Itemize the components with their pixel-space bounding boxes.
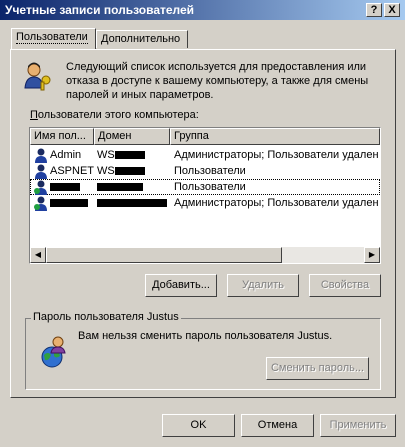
- redaction-mark: [97, 199, 167, 208]
- tab-users[interactable]: Пользователи: [11, 28, 96, 49]
- users-list[interactable]: Имя пол... Домен Группа Admin WS Админис…: [29, 127, 381, 264]
- table-row[interactable]: Admin WS Администраторы; Пользователи уд…: [30, 147, 380, 163]
- user-domain: [97, 195, 170, 211]
- list-header: Имя пол... Домен Группа: [30, 128, 380, 145]
- table-row[interactable]: Пользователи: [30, 179, 380, 195]
- table-row[interactable]: Администраторы; Пользователи удален: [30, 195, 380, 211]
- column-domain[interactable]: Домен: [94, 128, 170, 145]
- user-name: [50, 195, 94, 211]
- user-domain: WS: [97, 165, 115, 177]
- column-group[interactable]: Группа: [170, 128, 380, 145]
- close-button[interactable]: X: [384, 3, 400, 17]
- description-text: Следующий список используется для предос…: [66, 61, 369, 101]
- help-button[interactable]: ?: [366, 3, 382, 17]
- users-list-label: Пользователи этого компьютера:: [30, 109, 199, 121]
- user-domain: [97, 179, 170, 195]
- add-button[interactable]: Добавить...: [145, 274, 217, 297]
- user-icon: [35, 148, 47, 163]
- redaction-mark: [114, 151, 145, 160]
- password-message: Вам нельзя сменить пароль пользователя J…: [78, 330, 333, 342]
- redaction-mark: [50, 199, 88, 208]
- redaction-mark: [114, 167, 145, 176]
- user-globe-icon: [41, 336, 66, 368]
- user-name: Admin: [50, 149, 82, 161]
- ok-button[interactable]: OK: [162, 414, 235, 437]
- user-group: Пользователи: [174, 181, 246, 193]
- properties-button[interactable]: Свойства: [309, 274, 381, 297]
- remove-button[interactable]: Удалить: [227, 274, 299, 297]
- scroll-left-icon[interactable]: ◀: [30, 247, 46, 263]
- user-name: ASPNET: [50, 165, 94, 177]
- horizontal-scrollbar[interactable]: ◀ ▶: [30, 247, 380, 263]
- user-icon: [34, 180, 47, 195]
- change-password-button[interactable]: Сменить пароль...: [266, 357, 369, 380]
- redaction-mark: [50, 183, 80, 192]
- users-keys-icon: [24, 62, 51, 91]
- user-icon: [35, 164, 47, 179]
- column-username[interactable]: Имя пол...: [30, 128, 94, 145]
- scroll-right-icon[interactable]: ▶: [364, 247, 380, 263]
- window-title: Учетные записи пользователей: [5, 3, 195, 17]
- user-name: [50, 179, 94, 195]
- user-group: Администраторы; Пользователи удален: [174, 149, 379, 161]
- user-domain: WS: [97, 149, 115, 161]
- apply-button[interactable]: Применить: [320, 414, 396, 437]
- table-row[interactable]: ASPNET WS Пользователи: [30, 163, 380, 179]
- tab-advanced-label: Дополнительно: [101, 33, 181, 45]
- cancel-button[interactable]: Отмена: [241, 414, 314, 437]
- title-bar: Учетные записи пользователей ? X: [0, 0, 405, 20]
- tab-users-label: Пользователи: [16, 31, 88, 44]
- user-icon: [34, 196, 47, 211]
- redaction-mark: [97, 183, 143, 192]
- users-list-label-rest: ользователи этого компьютера:: [37, 109, 199, 121]
- tab-advanced[interactable]: Дополнительно: [96, 30, 188, 48]
- user-group: Пользователи: [174, 165, 246, 177]
- password-group-title: Пароль пользователя Justus: [31, 311, 181, 323]
- tab-bar: Пользователи Дополнительно: [0, 28, 405, 50]
- scroll-thumb[interactable]: [46, 247, 282, 263]
- users-list-label-accel: П: [30, 109, 38, 121]
- user-group: Администраторы; Пользователи удален: [174, 197, 379, 209]
